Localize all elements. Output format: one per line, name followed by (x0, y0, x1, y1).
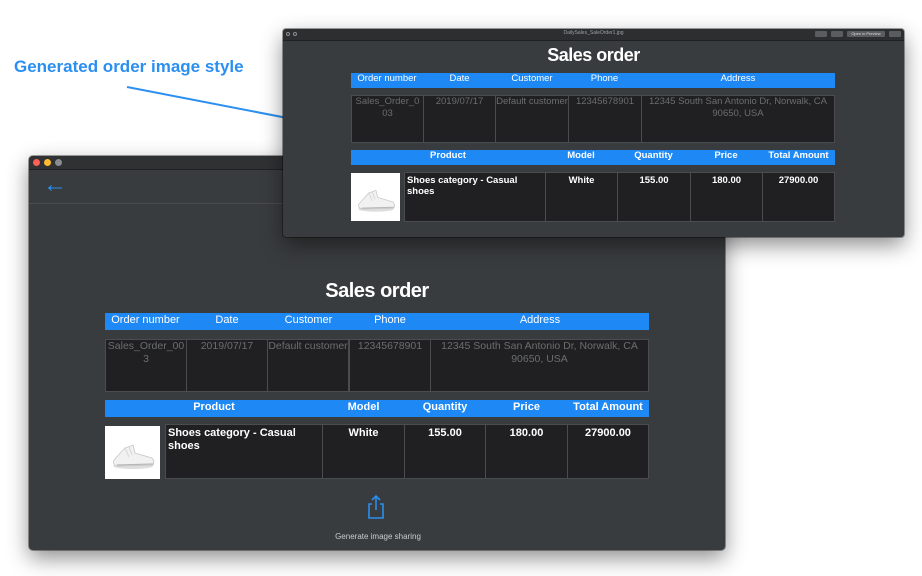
preview-info-header-row: Order number Date Customer Phone Address (351, 73, 835, 88)
header-product: Product (193, 401, 235, 413)
product-header-row: Product Model Quantity Price Total Amoun… (105, 400, 649, 417)
preview-product-name: Shoes category - Casual shoes (404, 172, 546, 222)
product-name: Shoes category - Casual shoes (165, 424, 323, 479)
preview-customer-value: Default customer (495, 95, 569, 143)
back-arrow-icon[interactable]: ← (43, 173, 67, 197)
preview-product-quantity: 155.00 (617, 172, 691, 222)
header-price: Price (513, 401, 540, 413)
product-price: 180.00 (485, 424, 568, 479)
preview-address-value: 12345 South San Antonio Dr, Norwalk, CA … (641, 95, 835, 143)
minimize-window-button[interactable] (44, 159, 51, 166)
header-model: Model (347, 401, 380, 413)
header-quantity: Quantity (422, 401, 468, 413)
preview-titlebar: DailySales_SaleOrder1.jpg Open in Previe… (283, 29, 904, 41)
product-total: 27900.00 (567, 424, 649, 479)
order-number-value: Sales_Order_003 (105, 339, 187, 392)
phone-value: 12345678901 (349, 339, 431, 392)
shoe-icon (113, 444, 155, 469)
preview-share-button[interactable] (889, 31, 901, 37)
image-preview-window: DailySales_SaleOrder1.jpg Open in Previe… (283, 29, 904, 237)
share-icon[interactable] (366, 494, 386, 520)
preview-header-customer: Customer (511, 73, 553, 84)
preview-filename: DailySales_SaleOrder1.jpg (563, 30, 624, 36)
customer-value: Default customer (267, 339, 349, 392)
address-value: 12345 South San Antonio Dr, Norwalk, CA … (430, 339, 649, 392)
preview-header-order-number: Order number (357, 73, 417, 84)
preview-order-number-value: Sales_Order_003 (351, 95, 424, 143)
preview-phone-value: 12345678901 (568, 95, 642, 143)
preview-product-total: 27900.00 (762, 172, 835, 222)
preview-product-thumbnail (351, 173, 400, 221)
header-order-number: Order number (111, 314, 180, 326)
product-quantity: 155.00 (404, 424, 486, 479)
preview-header-model: Model (567, 150, 595, 161)
header-date: Date (215, 314, 239, 326)
preview-header-phone: Phone (590, 73, 619, 84)
product-model: White (322, 424, 405, 479)
header-total-amount: Total Amount (573, 401, 643, 413)
preview-header-price: Price (714, 150, 738, 161)
info-header-row: Order number Date Customer Phone Address (105, 313, 649, 330)
preview-product-price: 180.00 (690, 172, 763, 222)
preview-control-2[interactable] (831, 31, 843, 37)
header-address: Address (519, 314, 561, 326)
close-window-button[interactable] (33, 159, 40, 166)
header-customer: Customer (284, 314, 333, 326)
zoom-window-button[interactable] (55, 159, 62, 166)
preview-header-total-amount: Total Amount (768, 150, 829, 161)
open-in-preview-button[interactable]: Open in Preview (847, 31, 885, 37)
preview-control-1[interactable] (815, 31, 827, 37)
preview-header-quantity: Quantity (634, 150, 673, 161)
preview-header-product: Product (430, 150, 466, 161)
preview-order-title: Sales order (547, 45, 640, 65)
header-phone: Phone (374, 314, 406, 326)
preview-product-header-row: Product Model Quantity Price Total Amoun… (351, 150, 835, 165)
preview-header-address: Address (720, 73, 756, 84)
product-thumbnail (105, 426, 160, 479)
preview-header-date: Date (449, 73, 470, 84)
preview-product-model: White (545, 172, 618, 222)
order-title: Sales order (325, 280, 429, 302)
share-label[interactable]: Generate image sharing (323, 532, 433, 541)
preview-shoe-icon (358, 189, 395, 212)
date-value: 2019/07/17 (186, 339, 268, 392)
preview-date-value: 2019/07/17 (423, 95, 496, 143)
